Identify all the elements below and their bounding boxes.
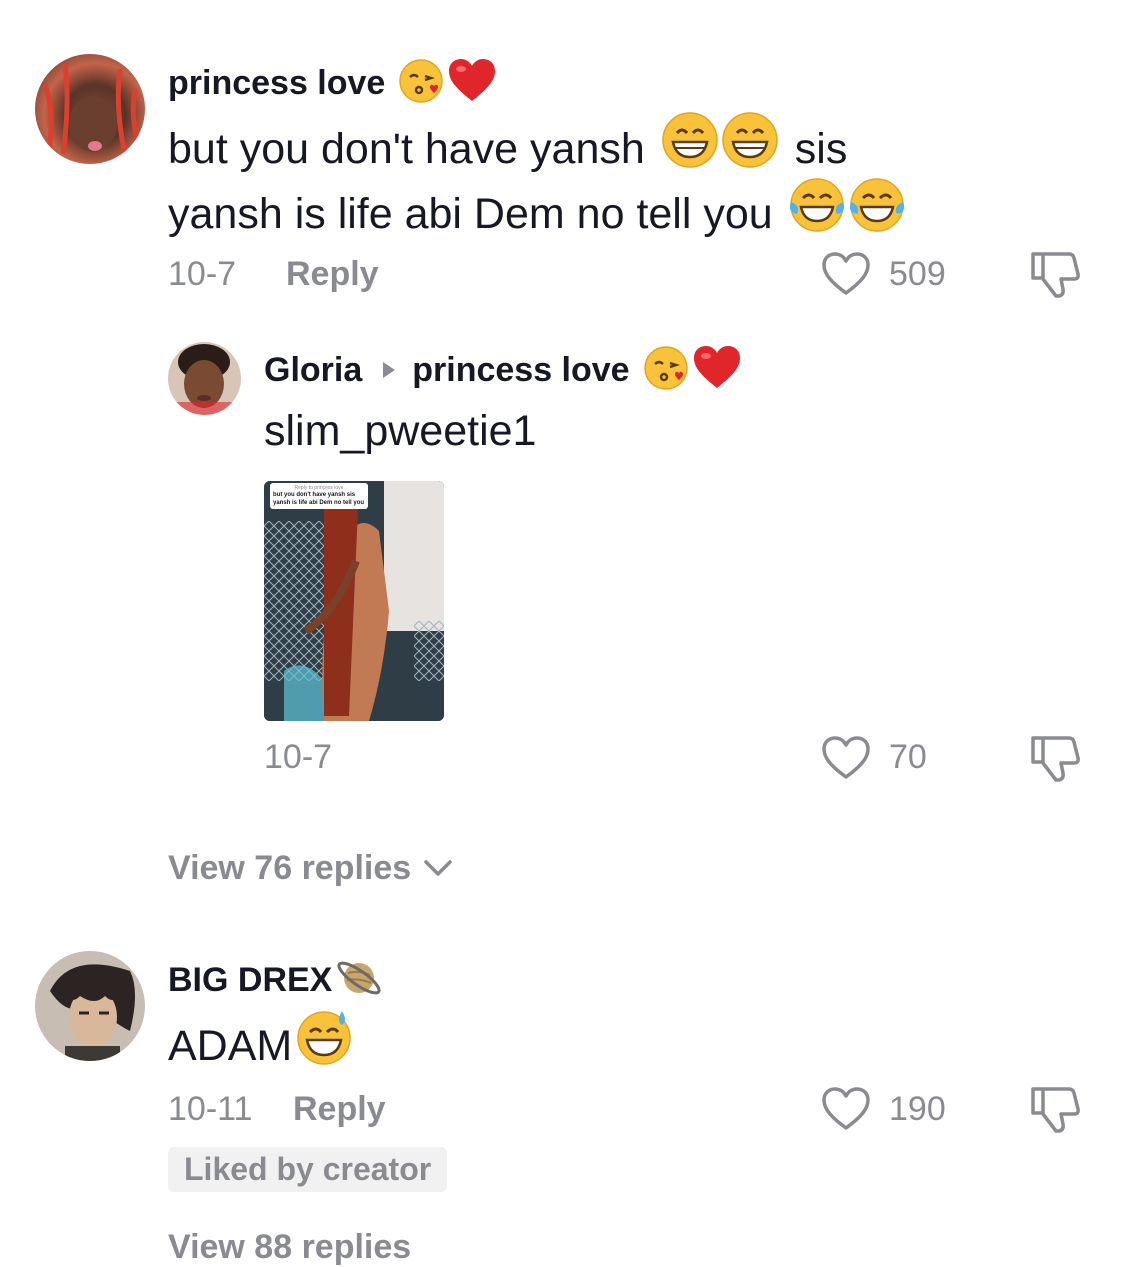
comment-text: ADAM <box>168 1022 293 1070</box>
ringed-planet-emoji <box>334 953 384 1008</box>
dislike-icon[interactable] <box>1029 248 1081 305</box>
liked-by-creator-badge: Liked by creator <box>168 1147 448 1192</box>
like-count: 190 <box>889 1090 946 1128</box>
reply-text: slim_pweetie1 <box>264 407 537 455</box>
comment-header: BIG DREX <box>168 952 384 1008</box>
username[interactable]: princess love <box>168 64 385 103</box>
thumbnail-overlay-text: but you don't have yansh sis yansh is li… <box>273 492 365 506</box>
avatar[interactable] <box>35 54 145 164</box>
dislike-icon[interactable] <box>1029 1083 1081 1140</box>
view-replies-button[interactable]: View 88 replies <box>168 1228 411 1267</box>
heart-outline-icon[interactable] <box>821 735 871 786</box>
avatar[interactable] <box>35 951 145 1061</box>
chevron-down-icon <box>423 858 453 878</box>
view-replies-button[interactable]: View 76 replies <box>168 845 453 891</box>
comment-date: 10-7 <box>168 255 237 293</box>
username[interactable]: BIG DREX <box>168 961 332 1000</box>
comment-text: sis <box>794 125 848 173</box>
grin-emoji <box>721 111 779 188</box>
tears-of-joy-emoji <box>787 176 847 253</box>
comment-text: yansh is life abi Dem no tell you <box>168 190 773 238</box>
kiss-emoji <box>642 344 690 397</box>
thumbnail-overlay: Reply to princess love but you don't hav… <box>270 483 368 509</box>
username[interactable]: Gloria <box>264 351 362 390</box>
comment-date: 10-7 <box>264 738 333 776</box>
video-thumbnail[interactable]: Reply to princess love but you don't hav… <box>264 481 444 721</box>
kiss-emoji <box>397 57 445 110</box>
comment-text-line: but you don't have yansh sis <box>168 111 848 182</box>
like-count: 509 <box>889 255 946 293</box>
grin-emoji <box>661 111 719 188</box>
comment-text-line: yansh is life abi Dem no tell you <box>168 177 907 247</box>
sweat-smile-emoji <box>294 1007 354 1086</box>
heart-outline-icon[interactable] <box>821 251 871 302</box>
comment-text-line: ADAM <box>168 1010 354 1079</box>
comment-header: princess love <box>168 55 497 111</box>
avatar[interactable] <box>168 342 241 415</box>
dislike-icon[interactable] <box>1029 732 1081 789</box>
comment-date: 10-11 <box>168 1090 253 1128</box>
reply-button[interactable]: Reply <box>286 255 379 294</box>
comment-text: but you don't have yansh <box>168 125 645 173</box>
heart-outline-icon[interactable] <box>821 1086 871 1137</box>
triangle-right-icon <box>382 361 396 379</box>
reply-header: Gloria princess love <box>264 344 742 396</box>
reply-button[interactable]: Reply <box>293 1090 386 1129</box>
red-heart-emoji <box>447 57 497 110</box>
view-replies-label: View 76 replies <box>168 848 412 887</box>
red-heart-emoji <box>692 344 742 397</box>
tears-of-joy-emoji <box>847 176 907 253</box>
like-count: 70 <box>889 738 927 776</box>
reply-to-username[interactable]: princess love <box>412 351 629 390</box>
